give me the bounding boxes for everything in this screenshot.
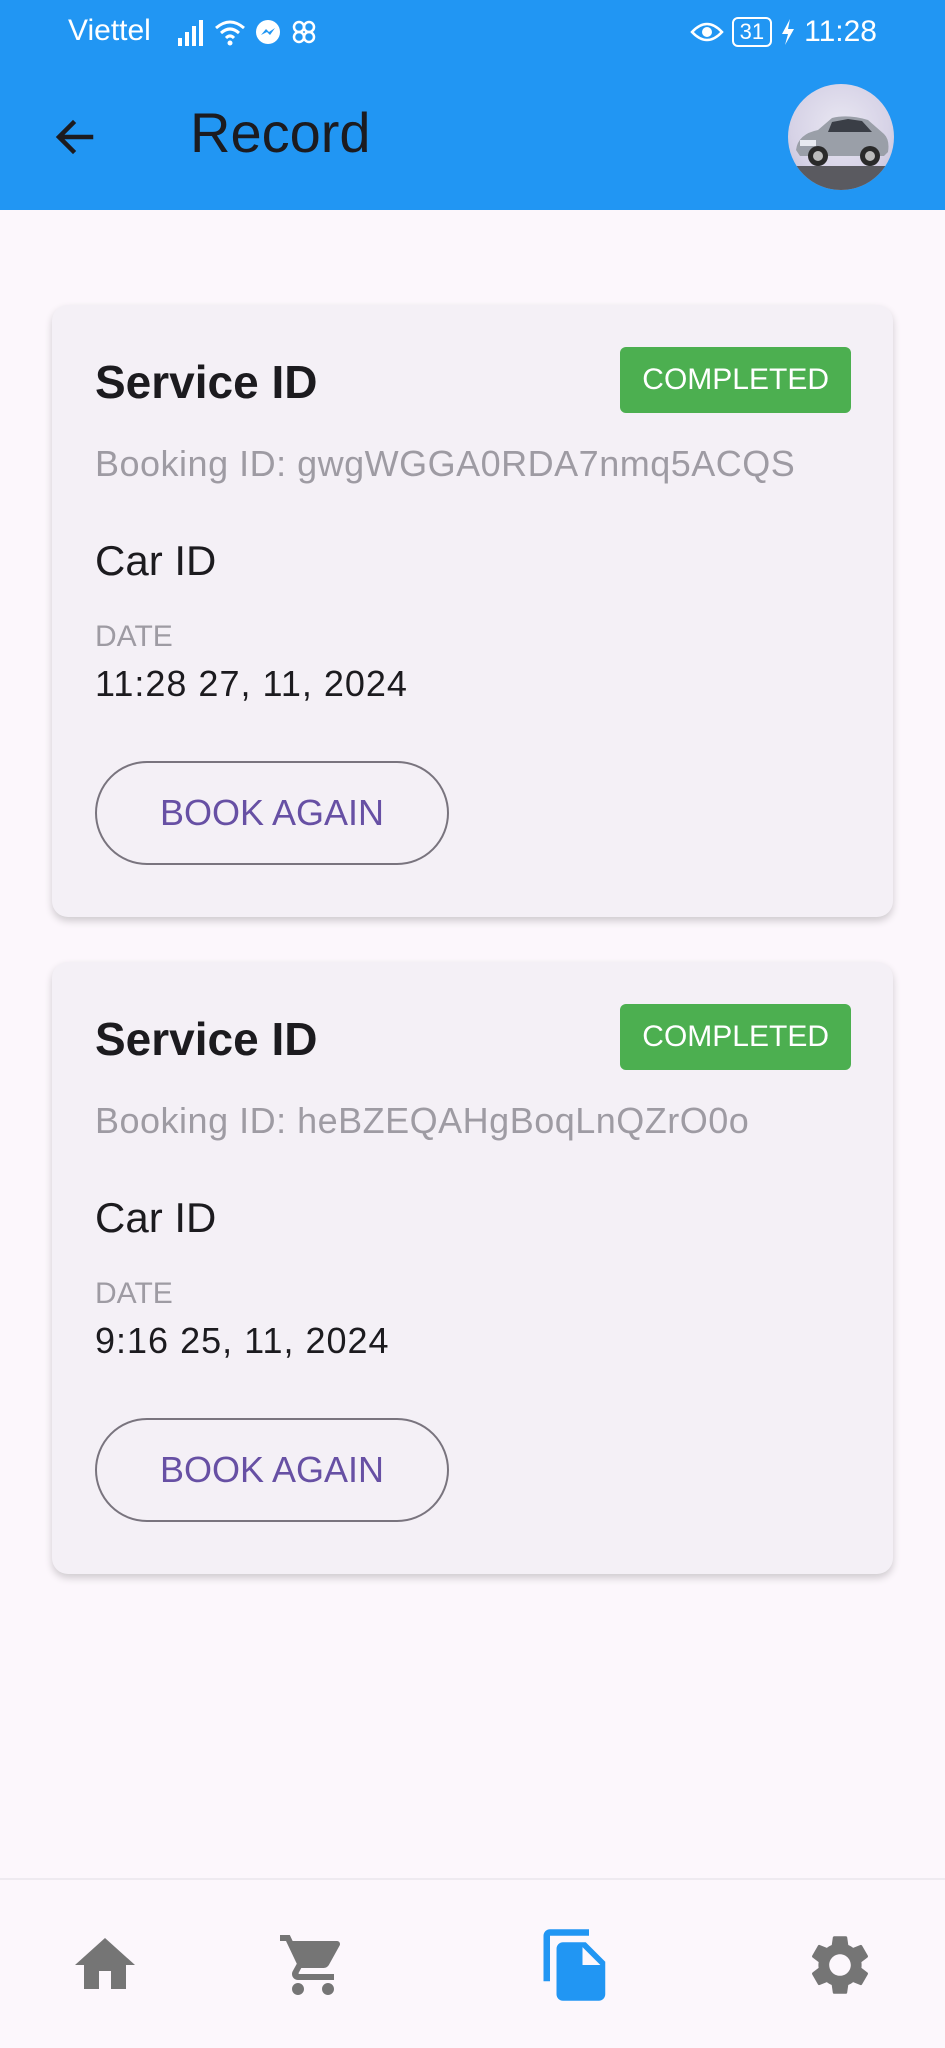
signal-icon (178, 20, 203, 46)
booking-id: Booking ID: heBZEQAHgBoqLnQZrO0o (95, 1100, 750, 1141)
car-avatar-icon (788, 116, 894, 190)
nav-settings[interactable] (795, 1920, 885, 2010)
charging-icon (782, 19, 795, 45)
carrier-label: Viettel (68, 14, 151, 47)
car-id: Car ID (95, 537, 217, 584)
document-icon (543, 1929, 606, 2001)
battery-indicator: 31 (731, 17, 773, 47)
service-id-title: Service ID (95, 1013, 318, 1065)
cart-icon (280, 1935, 341, 1995)
header: Viettel 31 11:28 Record (0, 0, 945, 210)
clock: 11:28 (804, 15, 877, 48)
page-title: Record (190, 101, 371, 164)
gear-icon (811, 1936, 869, 1994)
arrow-left-icon (55, 119, 94, 155)
book-again-button[interactable]: BOOK AGAIN (95, 1418, 449, 1522)
record-card: Service ID COMPLETED Booking ID: heBZEQA… (52, 962, 893, 1574)
pinwheel-icon (292, 20, 316, 44)
status-badge: COMPLETED (620, 347, 851, 413)
date-label: DATE (95, 1277, 173, 1310)
app-bar: Record (0, 64, 945, 210)
date-label: DATE (95, 620, 173, 653)
status-icons-left (176, 14, 318, 50)
booking-id: Booking ID: gwgWGGA0RDA7nmq5ACQS (95, 443, 796, 484)
record-card: Service ID COMPLETED Booking ID: gwgWGGA… (52, 305, 893, 917)
status-bar: Viettel 31 11:28 (0, 0, 945, 64)
date-value: 11:28 27, 11, 2024 (95, 663, 408, 704)
bottom-nav (0, 1878, 945, 2048)
status-icons-right: 31 11:28 (689, 14, 877, 50)
nav-home[interactable] (60, 1920, 150, 2010)
book-again-button[interactable]: BOOK AGAIN (95, 761, 449, 865)
nav-cart[interactable] (268, 1920, 358, 2010)
date-value: 9:16 25, 11, 2024 (95, 1320, 390, 1361)
status-badge: COMPLETED (620, 1004, 851, 1070)
service-id-title: Service ID (95, 356, 318, 408)
avatar[interactable] (788, 84, 894, 190)
messenger-icon (256, 20, 280, 44)
nav-records[interactable] (531, 1920, 621, 2010)
wifi-icon (215, 20, 245, 46)
back-button[interactable] (40, 102, 110, 172)
car-id: Car ID (95, 1194, 217, 1241)
home-icon (75, 1938, 135, 1989)
eye-icon (689, 22, 724, 42)
